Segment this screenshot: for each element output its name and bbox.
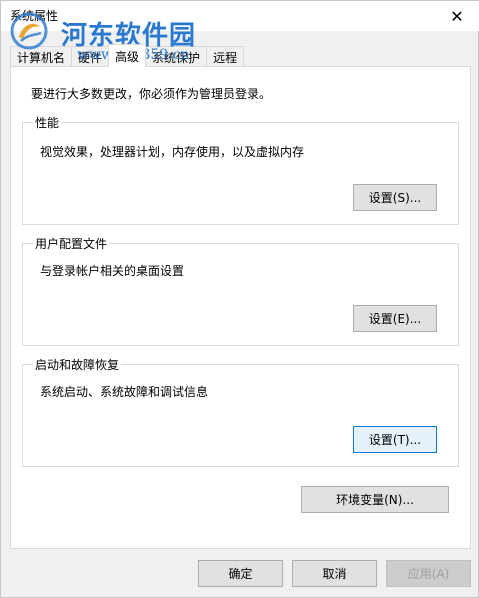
title-bar: 系统属性 ✕ <box>1 1 479 31</box>
tab-system-protection[interactable]: 系统保护 <box>145 46 208 67</box>
performance-label: 性能 <box>33 114 62 131</box>
startup-recovery-description: 系统启动、系统故障和调试信息 <box>40 385 209 399</box>
environment-variables-button[interactable]: 环境变量(N)... <box>301 486 449 513</box>
startup-recovery-settings-button[interactable]: 设置(T)... <box>353 426 437 453</box>
tab-advanced[interactable]: 高级 <box>108 44 147 67</box>
startup-recovery-label: 启动和故障恢复 <box>33 356 122 373</box>
user-profiles-settings-button[interactable]: 设置(E)... <box>353 305 437 332</box>
startup-recovery-group: 启动和故障恢复 系统启动、系统故障和调试信息 设置(T)... <box>22 356 459 467</box>
user-profiles-label: 用户配置文件 <box>33 235 110 252</box>
performance-group: 性能 视觉效果，处理器计划，内存使用，以及虚拟内存 设置(S)... <box>22 114 459 225</box>
close-button[interactable]: ✕ <box>434 1 479 31</box>
tab-bar: 计算机名 硬件 高级 系统保护 远程 <box>10 44 245 67</box>
user-profiles-group: 用户配置文件 与登录帐户相关的桌面设置 设置(E)... <box>22 235 459 346</box>
performance-description: 视觉效果，处理器计划，内存使用，以及虚拟内存 <box>40 145 305 159</box>
tab-computer-name[interactable]: 计算机名 <box>10 46 73 67</box>
tab-remote[interactable]: 远程 <box>206 46 245 67</box>
performance-settings-button[interactable]: 设置(S)... <box>353 184 437 211</box>
cancel-button[interactable]: 取消 <box>292 560 377 587</box>
user-profiles-description: 与登录帐户相关的桌面设置 <box>40 264 185 278</box>
close-icon: ✕ <box>450 6 464 26</box>
ok-button[interactable]: 确定 <box>198 560 283 587</box>
window-title: 系统属性 <box>10 9 59 23</box>
admin-notice: 要进行大多数更改，你必须作为管理员登录。 <box>31 87 272 101</box>
system-properties-window: 系统属性 ✕ 计算机名 硬件 高级 系统保护 远程 要进行大多数更改，你必须作为… <box>0 0 479 598</box>
advanced-tab-panel: 要进行大多数更改，你必须作为管理员登录。 性能 视觉效果，处理器计划，内存使用，… <box>10 66 471 549</box>
tab-hardware[interactable]: 硬件 <box>71 46 110 67</box>
apply-button[interactable]: 应用(A) <box>386 560 471 587</box>
